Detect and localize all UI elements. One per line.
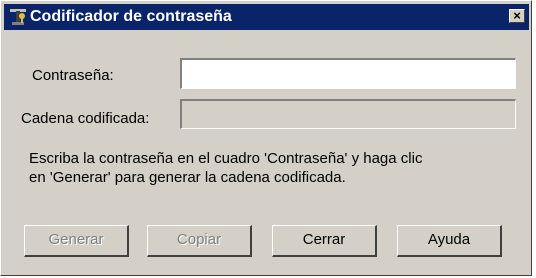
key-app-icon <box>9 8 27 26</box>
encoded-string-label: Cadena codificada: <box>21 110 150 127</box>
window-title: Codificador de contraseña <box>30 8 232 25</box>
instructions-text: Escriba la contraseña en el cuadro 'Cont… <box>29 149 509 187</box>
instructions-line-2: en 'Generar' para generar la cadena codi… <box>29 169 346 186</box>
password-label: Contraseña: <box>32 67 114 84</box>
password-input[interactable] <box>180 58 516 89</box>
close-button[interactable]: Cerrar <box>272 225 377 257</box>
encoded-string-field <box>180 99 516 129</box>
instructions-line-1: Escriba la contraseña en el cuadro 'Cont… <box>29 150 423 167</box>
title-bar[interactable]: Codificador de contraseña × <box>4 4 529 30</box>
dialog-window: Codificador de contraseña × Contraseña: … <box>0 0 532 276</box>
close-window-button[interactable]: × <box>509 9 525 23</box>
copy-button[interactable]: Copiar <box>147 225 252 257</box>
help-button[interactable]: Ayuda <box>397 225 502 257</box>
generate-button[interactable]: Generar <box>24 225 129 257</box>
